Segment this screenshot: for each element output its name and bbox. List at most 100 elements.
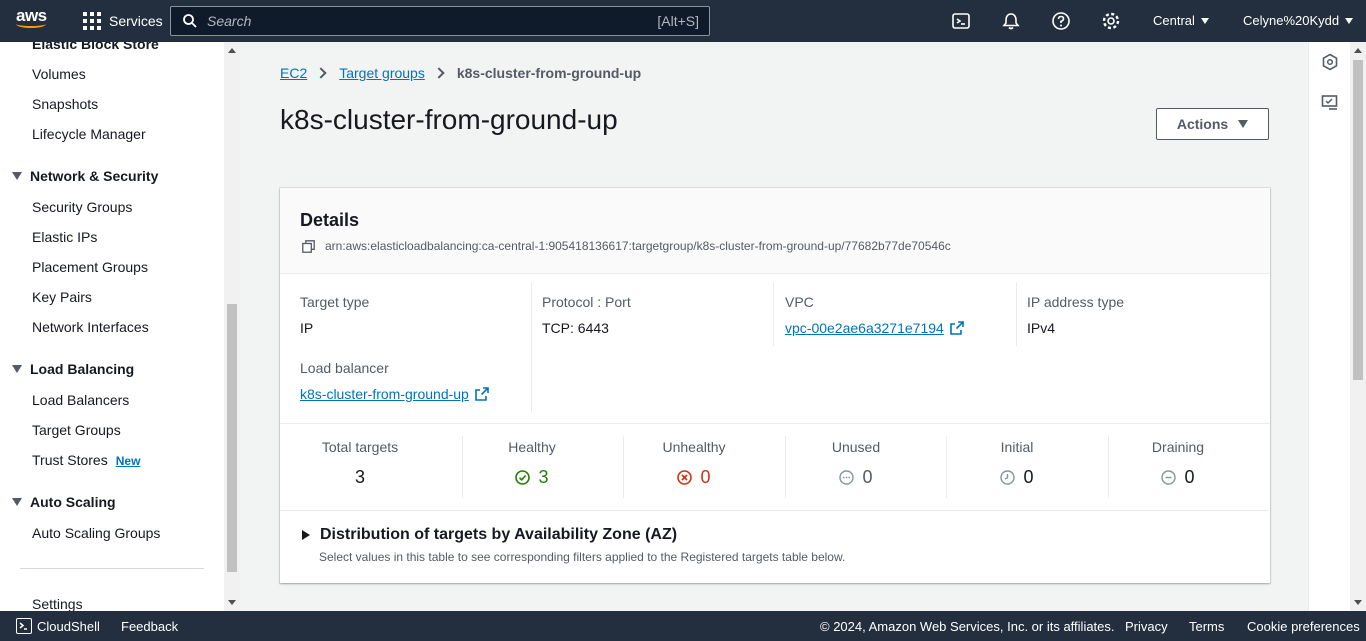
main-scrollbar[interactable] [1350, 42, 1366, 611]
sidebar-section-network-security[interactable]: Network & Security [12, 168, 158, 184]
sidebar: Elastic Block Store Volumes Snapshots Li… [0, 42, 224, 611]
scroll-up-icon[interactable] [1354, 48, 1362, 53]
stat-total-targets: Total targets 3 [280, 439, 440, 488]
target-type-value: IP [300, 320, 314, 336]
main-content: EC2 Target groups k8s-cluster-from-groun… [240, 42, 1308, 611]
stat-value: 3 [280, 467, 440, 488]
aws-logo[interactable]: aws [16, 7, 52, 35]
stat-unhealthy[interactable]: Unhealthy 0 [614, 439, 774, 488]
sidebar-item-snapshots[interactable]: Snapshots [32, 96, 98, 112]
footer-privacy[interactable]: Privacy [1125, 619, 1168, 634]
stat-number: 0 [1023, 467, 1034, 487]
sidebar-item-load-balancers[interactable]: Load Balancers [32, 392, 129, 408]
scroll-up-icon[interactable] [228, 48, 236, 53]
sidebar-item-key-pairs[interactable]: Key Pairs [32, 289, 92, 305]
distribution-expander[interactable]: Distribution of targets by Availability … [302, 526, 677, 544]
stat-number: 3 [354, 467, 365, 487]
footer-terms[interactable]: Terms [1189, 619, 1224, 634]
vpc-field: VPC vpc-00e2ae6a3271e7194 [785, 294, 964, 336]
bell-icon[interactable] [1001, 11, 1021, 31]
ellipsis-circle-icon [839, 470, 855, 485]
sidebar-item-target-groups[interactable]: Target Groups [32, 422, 121, 438]
copy-icon[interactable] [302, 239, 315, 253]
stat-initial[interactable]: Initial 0 [937, 439, 1097, 488]
load-balancer-field: Load balancer k8s-cluster-from-ground-up [300, 360, 489, 402]
scroll-down-icon[interactable] [228, 600, 236, 605]
footer-cookie-preferences[interactable]: Cookie preferences [1247, 619, 1360, 634]
stat-label: Unused [831, 439, 881, 455]
chevron-right-icon [433, 67, 445, 79]
search-shortcut: [Alt+S] [657, 13, 699, 29]
sidebar-item-trust-stores[interactable]: Trust Stores New [32, 452, 140, 468]
sidebar-section-load-balancing[interactable]: Load Balancing [12, 361, 134, 377]
footer-cloudshell[interactable]: CloudShell [37, 619, 100, 634]
details-card: Details arn:aws:elasticloadbalancing:ca-… [280, 188, 1270, 583]
row-divider [280, 423, 1270, 424]
distribution-subtitle: Select values in this table to see corre… [319, 550, 846, 564]
stat-value: 3 [452, 467, 612, 488]
scroll-down-icon[interactable] [1354, 600, 1362, 605]
sidebar-item-security-groups[interactable]: Security Groups [32, 199, 132, 215]
sidebar-item-network-interfaces[interactable]: Network Interfaces [32, 319, 149, 335]
search-input[interactable]: Search [Alt+S] [170, 6, 710, 36]
column-divider [773, 282, 774, 346]
stat-number: 0 [862, 467, 873, 487]
actions-button[interactable]: Actions [1156, 108, 1269, 140]
expand-triangle-icon [302, 530, 310, 540]
distribution-title: Distribution of targets by Availability … [320, 526, 678, 543]
sidebar-item-lifecycle-manager[interactable]: Lifecycle Manager [32, 126, 146, 142]
caret-down-icon [1238, 120, 1249, 128]
services-menu-button[interactable]: Services [83, 12, 163, 30]
region-selector[interactable]: Central [1153, 13, 1209, 28]
scrollbar-thumb[interactable] [227, 304, 237, 572]
vpc-link[interactable]: vpc-00e2ae6a3271e7194 [785, 320, 964, 336]
cloudshell-icon[interactable] [16, 618, 32, 634]
sidebar-item-volumes[interactable]: Volumes [32, 66, 86, 82]
load-balancer-link[interactable]: k8s-cluster-from-ground-up [300, 386, 489, 402]
breadcrumb-target-groups[interactable]: Target groups [339, 65, 425, 81]
footer-feedback[interactable]: Feedback [121, 619, 178, 634]
sidebar-section-auto-scaling[interactable]: Auto Scaling [12, 494, 116, 510]
external-link-icon [950, 321, 964, 335]
target-type-label: Target type [300, 294, 370, 310]
sidebar-item-label: Trust Stores [32, 452, 108, 468]
sidebar-item-placement-groups[interactable]: Placement Groups [32, 259, 148, 275]
row-divider [280, 510, 1270, 511]
stat-label: Unhealthy [662, 439, 726, 455]
breadcrumb-ec2[interactable]: EC2 [280, 65, 307, 81]
load-balancer-label: Load balancer [300, 360, 389, 376]
stat-draining[interactable]: Draining 0 [1098, 439, 1258, 488]
arn-value: arn:aws:elasticloadbalancing:ca-central-… [325, 239, 951, 253]
cloudshell-icon[interactable] [951, 11, 971, 31]
sidebar-item-settings[interactable]: Settings [32, 596, 83, 611]
hexagon-info-icon[interactable] [1321, 53, 1339, 71]
sidebar-item-elastic-ips[interactable]: Elastic IPs [32, 229, 97, 245]
sidebar-section-ebs[interactable]: Elastic Block Store [32, 42, 159, 52]
gear-icon[interactable] [1101, 11, 1121, 31]
help-icon[interactable] [1051, 11, 1071, 31]
caret-down-icon [1345, 17, 1354, 24]
top-navigation: aws Services Search [Alt+S] Central Cely… [0, 0, 1366, 42]
minus-circle-icon [1161, 470, 1177, 485]
stat-unused[interactable]: Unused 0 [776, 439, 936, 488]
breadcrumb: EC2 Target groups k8s-cluster-from-groun… [280, 65, 641, 81]
scrollbar-thumb[interactable] [1353, 60, 1363, 380]
sidebar-item-auto-scaling-groups[interactable]: Auto Scaling Groups [32, 525, 160, 541]
arn-row: arn:aws:elasticloadbalancing:ca-central-… [302, 239, 951, 253]
vpc-value: vpc-00e2ae6a3271e7194 [785, 320, 944, 336]
stat-healthy[interactable]: Healthy 3 [452, 439, 612, 488]
stat-number: 0 [1184, 467, 1195, 487]
external-link-icon [475, 387, 489, 401]
expand-triangle-icon [12, 498, 22, 506]
column-divider [531, 282, 532, 412]
region-label: Central [1153, 13, 1195, 28]
tutorial-panel-icon[interactable] [1321, 94, 1339, 112]
sidebar-scrollbar[interactable] [224, 42, 240, 611]
vpc-label: VPC [785, 294, 814, 310]
stat-label: Draining [1151, 439, 1205, 455]
page-title: k8s-cluster-from-ground-up [280, 104, 618, 135]
sidebar-divider [20, 568, 204, 569]
user-menu[interactable]: Celyne%20Kydd [1243, 13, 1354, 28]
ip-address-type-field: IP address type IPv4 [1027, 294, 1124, 336]
right-tools-rail [1308, 42, 1350, 611]
